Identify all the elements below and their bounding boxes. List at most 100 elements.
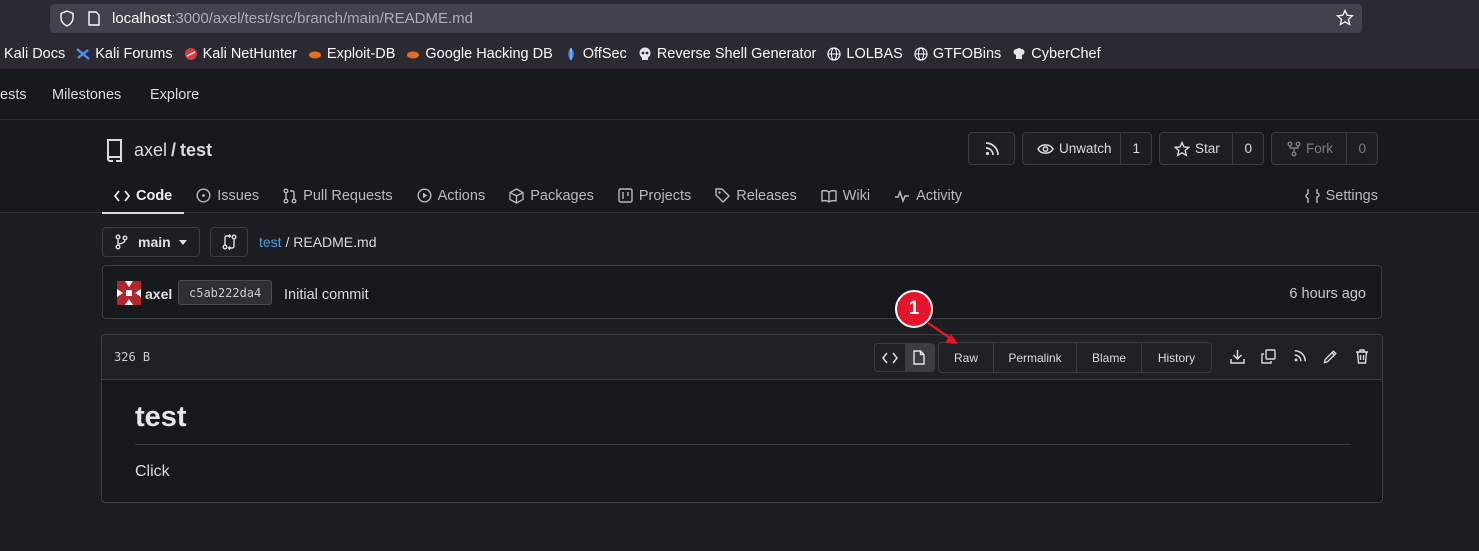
play-icon [417,188,432,203]
view-toggle [874,343,935,372]
copy-button[interactable] [1253,349,1284,364]
bookmark-star-icon[interactable] [1336,9,1354,27]
bookmark-kali-nethunter[interactable]: Kali NetHunter [184,46,297,62]
globe-icon [827,47,841,61]
exploitdb-icon [308,51,321,59]
bookmark-gtfobins[interactable]: GTFOBins [914,46,1001,62]
url-text[interactable]: localhost:3000/axel/test/src/branch/main… [112,10,473,27]
file-icon [913,350,925,365]
repo-owner-link[interactable]: axel [134,140,167,161]
bookmark-kali-forums[interactable]: Kali Forums [76,46,173,62]
nav-item-milestones[interactable]: Milestones [52,87,121,103]
repo-icon [107,139,122,162]
readme-paragraph: Click [135,463,170,480]
tab-issues[interactable]: Issues [184,178,271,213]
repo-name-link[interactable]: test [180,140,212,161]
offsec-icon [567,48,574,60]
compare-icon [222,234,236,250]
view-source-button[interactable] [875,344,905,371]
file-actions-group: Raw Permalink Blame History [938,342,1212,373]
code-icon [881,352,898,363]
star-icon [1174,140,1190,157]
bookmark-lolbas[interactable]: LOLBAS [827,46,903,62]
star-button-group: Star 0 [1159,132,1264,165]
tools-icon [1304,188,1320,203]
view-rendered-button[interactable] [904,344,934,371]
tab-packages[interactable]: Packages [497,178,606,213]
bookmark-google-hacking-db[interactable]: Google Hacking DB [406,46,553,62]
book-icon [821,189,837,203]
latest-commit-bar: axel c5ab222da4 Initial commit 6 hours a… [102,265,1382,319]
bookmark-kali-docs[interactable]: Kali Docs [4,46,65,62]
trash-icon [1355,349,1368,364]
compare-button[interactable] [210,227,248,257]
exploitdb-icon [407,51,420,59]
file-header: 326 B Raw Permalink Blame History [102,335,1382,380]
download-icon [1230,350,1245,364]
fork-count[interactable]: 0 [1346,133,1377,164]
fork-button[interactable]: Fork [1272,133,1346,164]
tab-pull-requests[interactable]: Pull Requests [271,178,404,213]
nav-item-requests[interactable]: ests [0,87,27,103]
tab-activity[interactable]: Activity [882,178,974,213]
copy-icon [1261,349,1276,364]
star-count[interactable]: 0 [1232,133,1263,164]
bookmark-exploit-db[interactable]: Exploit-DB [308,46,395,62]
history-button[interactable]: History [1142,343,1211,372]
delete-button[interactable] [1346,349,1377,364]
tab-actions[interactable]: Actions [405,178,498,213]
file-view: 326 B Raw Permalink Blame History test C… [101,334,1383,503]
repo-title: axel / test [104,138,212,162]
caret-down-icon [178,239,187,245]
tab-settings[interactable]: Settings [1304,178,1378,213]
issue-icon [196,188,211,203]
branch-dropdown[interactable]: main [102,227,200,257]
unwatch-button-group: Unwatch 1 [1022,132,1152,165]
annotation-marker: 1 [895,290,933,328]
bookmarks-bar: Kali Docs Kali Forums Kali NetHunter Exp… [0,42,1112,66]
gitea-page: ests Milestones Explore axel / test Unwa… [0,69,1479,551]
watch-count[interactable]: 1 [1120,133,1151,164]
tab-code[interactable]: Code [102,178,185,214]
breadcrumb: test / README.md [259,234,376,250]
fork-icon [1287,141,1301,156]
fork-button-group: Fork 0 [1271,132,1378,165]
nethunter-icon [184,48,197,60]
repo-tabs: Code Issues Pull Requests Actions Packag… [102,178,974,214]
kali-icon [76,48,91,60]
browser-toolbar: localhost:3000/axel/test/src/branch/main… [0,0,1479,69]
rss-icon [985,141,999,155]
repo-separator: / [171,139,177,160]
breadcrumb-repo-link[interactable]: test [259,234,282,250]
bookmark-cyberchef[interactable]: CyberChef [1012,46,1101,62]
avatar[interactable] [117,281,141,305]
file-rss-button[interactable] [1284,349,1315,364]
globe-icon [914,47,928,61]
address-bar[interactable]: localhost:3000/axel/test/src/branch/main… [50,4,1362,33]
tab-wiki[interactable]: Wiki [809,178,882,213]
tab-releases[interactable]: Releases [703,178,808,213]
shield-icon[interactable] [59,10,75,27]
pulse-icon [895,189,910,203]
rss-button[interactable] [968,132,1015,165]
breadcrumb-file: README.md [293,234,377,250]
permalink-button[interactable]: Permalink [994,343,1077,372]
commit-sha-label[interactable]: c5ab222da4 [178,280,273,305]
download-button[interactable] [1222,349,1253,364]
nav-item-explore[interactable]: Explore [150,87,199,103]
branch-icon [115,234,128,250]
unwatch-button[interactable]: Unwatch [1023,133,1120,164]
breadcrumb-separator: / [281,234,294,250]
star-button[interactable]: Star [1160,133,1232,164]
blame-button[interactable]: Blame [1077,343,1142,372]
tab-projects[interactable]: Projects [606,178,703,213]
commit-time: 6 hours ago [1289,286,1366,302]
bookmark-reverse-shell-generator[interactable]: Reverse Shell Generator [638,46,816,62]
edit-button[interactable] [1315,349,1346,364]
raw-button[interactable]: Raw [939,343,994,372]
project-icon [618,188,633,203]
commit-author[interactable]: axel [145,286,172,302]
commit-message[interactable]: Initial commit [284,287,369,303]
tag-icon [715,188,731,203]
bookmark-offsec[interactable]: OffSec [564,46,627,62]
